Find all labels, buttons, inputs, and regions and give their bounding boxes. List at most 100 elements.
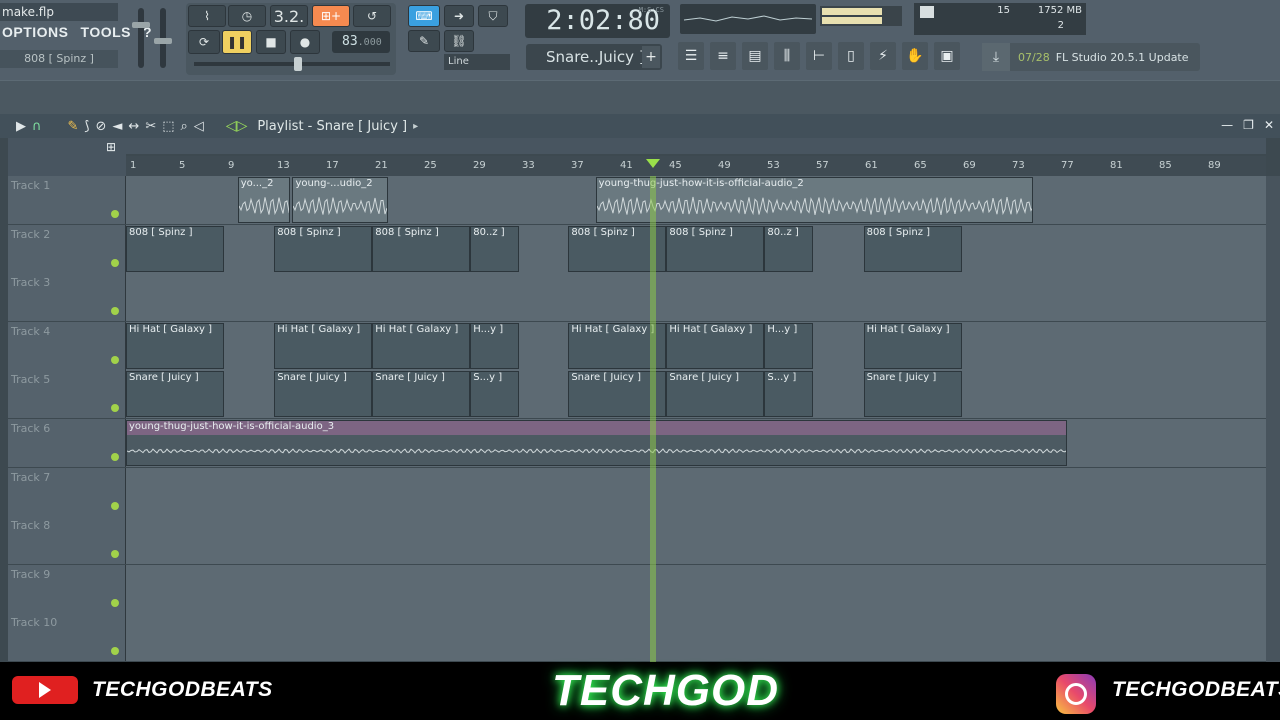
pencil-icon[interactable]: ✎ xyxy=(68,119,79,134)
pattern-clip[interactable]: Snare [ Juicy ] xyxy=(126,371,225,418)
pattern-clip[interactable]: 808 [ Spinz ] xyxy=(126,225,225,272)
track-header[interactable]: Track 9 xyxy=(8,564,126,613)
timeline-ruler[interactable]: 1 5 9 13 17 21 25 29 33 37 41 45 49 53 57 61 65 69 73 77 81 8… xyxy=(126,156,1266,176)
playlist-window-icon[interactable]: ☰ xyxy=(678,42,704,70)
pattern-selector[interactable]: Snare..Juicy ] + xyxy=(526,44,662,70)
stop-icon[interactable]: ■ xyxy=(256,30,286,54)
track-mute-led-icon[interactable] xyxy=(111,550,119,559)
plugin-plug-icon[interactable]: ⚡ xyxy=(870,42,896,70)
pattern-song-toggle-icon[interactable]: ⟳ xyxy=(188,30,220,54)
track-header[interactable]: Track 3 xyxy=(8,273,126,322)
link-icon[interactable]: ⛓ xyxy=(444,30,474,52)
pattern-clip[interactable]: Hi Hat [ Galaxy ] xyxy=(126,322,225,369)
project-file-icon[interactable]: ▯ xyxy=(838,42,864,70)
track-mute-led-icon[interactable] xyxy=(111,355,119,364)
tempo-display[interactable]: 83.000 xyxy=(332,31,390,53)
browser-tree-icon[interactable]: ⊢ xyxy=(806,42,832,70)
download-icon[interactable]: ⤓ xyxy=(982,43,1010,71)
track-mute-led-icon[interactable] xyxy=(111,453,119,461)
loop-record-icon[interactable]: ↺ xyxy=(353,5,391,27)
typing-keyboard-icon[interactable]: ⌨ xyxy=(408,5,440,27)
select-icon[interactable]: ⬚ xyxy=(162,119,174,134)
track-mute-led-icon[interactable] xyxy=(111,598,119,607)
pattern-number[interactable]: 3.2. xyxy=(270,5,308,27)
slice-icon[interactable]: ✂ xyxy=(145,119,156,134)
track-lane[interactable]: 808 [ Spinz ] 808 [ Spinz ] 808 [ Spinz ] 8… xyxy=(126,224,1266,273)
track-lane[interactable] xyxy=(126,564,1266,613)
channel-rack-icon[interactable]: ▤ xyxy=(742,42,768,70)
audio-clip[interactable]: young-...udio_2 xyxy=(292,177,389,223)
playback-icon[interactable]: ◁ xyxy=(194,119,204,134)
track-mute-led-icon[interactable] xyxy=(111,404,119,413)
pattern-clip[interactable]: H...y ] xyxy=(764,322,814,369)
pattern-clip[interactable]: Snare [ Juicy ] xyxy=(666,371,765,418)
pattern-clip[interactable]: Hi Hat [ Galaxy ] xyxy=(666,322,765,369)
piano-roll-icon[interactable]: ≡ xyxy=(710,42,736,70)
mixer-icon[interactable]: ⫼ xyxy=(774,42,800,70)
pattern-clip[interactable]: Hi Hat [ Galaxy ] xyxy=(372,322,471,369)
pattern-clip[interactable]: Hi Hat [ Galaxy ] xyxy=(274,322,373,369)
track-header[interactable]: Track 6 xyxy=(8,419,126,467)
audio-clip[interactable]: yo..._2 xyxy=(237,177,291,223)
track-lane[interactable] xyxy=(126,516,1266,565)
record-icon[interactable]: ● xyxy=(290,30,320,54)
metronome-icon[interactable]: ◷ xyxy=(228,5,266,27)
track-mute-led-icon[interactable] xyxy=(111,501,119,510)
mixer-mode-icon[interactable]: ⌇ xyxy=(188,5,226,27)
minimize-icon[interactable]: — xyxy=(1221,118,1233,132)
track-header[interactable]: Track 10 xyxy=(8,613,126,662)
slip-icon[interactable]: ↔ xyxy=(128,119,139,134)
playlist-sync-icon[interactable]: ◁▷ xyxy=(226,118,248,134)
brush-icon[interactable]: ⟆ xyxy=(84,119,89,134)
track-header[interactable]: Track 4 xyxy=(8,321,126,370)
track-mute-led-icon[interactable] xyxy=(111,307,119,316)
pattern-clip[interactable]: 808 [ Spinz ] xyxy=(666,225,765,272)
playhead-marker[interactable] xyxy=(646,159,660,168)
pause-icon[interactable]: ❚❚ xyxy=(222,30,252,54)
pattern-clip[interactable]: S...y ] xyxy=(764,371,814,418)
track-header[interactable]: Track 8 xyxy=(8,516,126,565)
menu-options[interactable]: OPTIONS xyxy=(0,24,71,44)
track-lane[interactable]: Hi Hat [ Galaxy ] Hi Hat [ Galaxy ] Hi Hat… xyxy=(126,321,1266,370)
master-volume-slider[interactable] xyxy=(132,8,150,68)
pattern-clip[interactable]: Snare [ Juicy ] xyxy=(863,371,962,418)
audio-clip[interactable]: young-thug-just-how-it-is-official-audio… xyxy=(126,420,1067,466)
track-lane[interactable]: Snare [ Juicy ] Snare [ Juicy ] Snare [ Ju… xyxy=(126,370,1266,419)
track-lane[interactable] xyxy=(126,467,1266,516)
news-bar[interactable]: ⤓ 07/28 FL Studio 20.5.1 Update xyxy=(982,43,1200,71)
snap-selector[interactable]: Line xyxy=(444,54,510,70)
close-icon[interactable]: ✕ xyxy=(1264,118,1274,132)
maximize-icon[interactable]: ❐ xyxy=(1243,118,1254,132)
step-edit-icon[interactable]: ➜ xyxy=(444,5,474,27)
pattern-clip[interactable]: S...y ] xyxy=(470,371,520,418)
track-mute-led-icon[interactable] xyxy=(111,258,119,267)
song-position-slider[interactable] xyxy=(194,57,390,71)
track-header[interactable]: Track 7 xyxy=(8,467,126,516)
track-header[interactable]: Track 1 xyxy=(8,176,126,224)
track-mute-led-icon[interactable] xyxy=(111,647,119,656)
record-mode-icon[interactable]: ⊞+ xyxy=(312,5,350,27)
delete-icon[interactable]: ⊘ xyxy=(96,119,107,134)
menu-tools[interactable]: TOOLS xyxy=(79,24,133,44)
track-lane[interactable]: yo..._2 young-...udio_2 young-thug-just-ho… xyxy=(126,176,1266,224)
draw-tool-icon[interactable]: ✎ xyxy=(408,30,440,52)
zoom-icon[interactable]: ⌕ xyxy=(181,119,188,134)
tempo-tapper-icon[interactable]: ✋ xyxy=(902,42,928,70)
track-header[interactable]: Track 2 xyxy=(8,224,126,273)
track-lane[interactable] xyxy=(126,273,1266,322)
play-arrow-icon[interactable]: ▶ xyxy=(16,119,26,134)
pattern-clip[interactable]: Snare [ Juicy ] xyxy=(274,371,373,418)
mute-icon[interactable]: ◄ xyxy=(112,119,122,134)
pattern-clip[interactable]: 808 [ Spinz ] xyxy=(863,225,962,272)
magnet-snap-icon[interactable]: ∩ xyxy=(32,119,42,134)
pattern-clip[interactable]: 80..z ] xyxy=(470,225,520,272)
pattern-clip[interactable]: Hi Hat [ Galaxy ] xyxy=(863,322,962,369)
pattern-clip[interactable]: 80..z ] xyxy=(764,225,814,272)
pattern-clip[interactable]: 808 [ Spinz ] xyxy=(274,225,373,272)
add-pattern-button[interactable]: + xyxy=(642,46,660,68)
wait-input-icon[interactable]: ⛉ xyxy=(478,5,508,27)
pattern-clip[interactable]: Snare [ Juicy ] xyxy=(372,371,471,418)
master-pitch-slider[interactable] xyxy=(154,8,172,68)
pattern-clip[interactable]: 808 [ Spinz ] xyxy=(372,225,471,272)
track-mute-led-icon[interactable] xyxy=(111,210,119,218)
